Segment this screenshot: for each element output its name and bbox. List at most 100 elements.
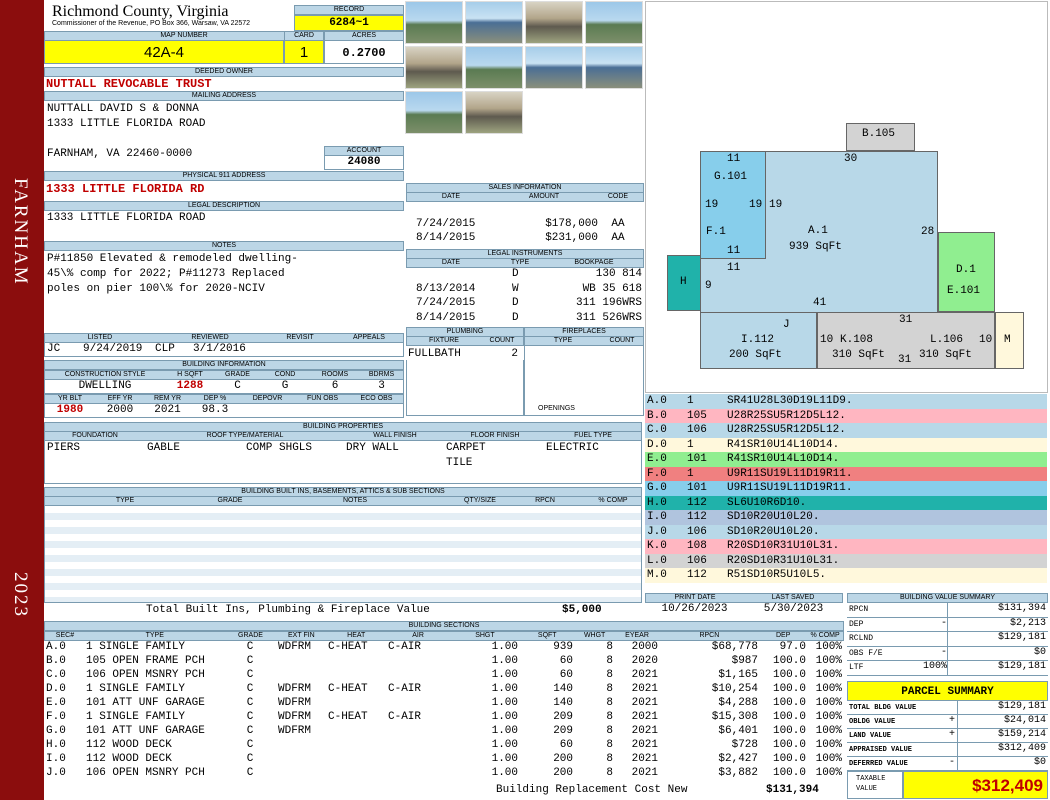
li-bookpage: WB 35 618 (582, 282, 642, 295)
note-line: P#11850 Elevated & remodeled dwelling- (47, 253, 298, 265)
value-summary-value: $2,213 (947, 617, 1046, 631)
segment-desc: U9R11SU19L11D19R11. (727, 482, 853, 494)
parcel-summary-label: APPRAISED VALUE (849, 746, 913, 754)
section-header: EXT FIN (288, 632, 315, 639)
section-cell: 100% (815, 669, 842, 681)
section-cell: C.0 (46, 669, 66, 681)
segment-id: E.0 (647, 453, 667, 465)
section-cell: WDFRM (278, 641, 312, 653)
sketch-dim: 10 (979, 334, 993, 346)
section-cell: 2021 (631, 711, 658, 723)
section-cell: C-AIR (388, 711, 422, 723)
mailing-address: NUTTALL DAVID S & DONNA 1333 LITTLE FLOR… (47, 102, 205, 162)
value-summary-value: $0 (947, 646, 1046, 660)
property-photo[interactable] (465, 46, 523, 89)
legal-instruments-headers: DATE TYPE BOOKPAGE (406, 258, 644, 268)
section-cell: 8 (606, 641, 613, 653)
section-cell: C (246, 739, 254, 751)
section-cell: 112 WOOD DECK (86, 739, 172, 751)
section-cell: 1.00 (491, 655, 518, 667)
section-cell: 8 (606, 711, 613, 723)
li-date: 8/14/2015 (416, 311, 476, 324)
section-row: G.0 101 ATT UNF GARAGE C WDFRM 1.00 209 8 2021 $… (44, 724, 844, 738)
property-photo[interactable] (585, 1, 643, 44)
section-cell (276, 738, 326, 752)
construction-style: DWELLING (78, 380, 132, 392)
section-cell (276, 654, 326, 668)
section-cell: 8 (606, 767, 613, 779)
segment-id: H.0 (647, 496, 667, 509)
builtin-header: NOTES (342, 497, 368, 504)
property-photo[interactable] (525, 46, 583, 89)
value-summary-label: DEP (849, 619, 864, 629)
segment-row: J.0 106 SD10R20U10L20. (645, 524, 1047, 539)
property-photo[interactable] (525, 1, 583, 44)
section-cell: 100.0 (772, 725, 806, 737)
note-line: poles on pier 100\% for 2020-NCIV (47, 283, 265, 295)
bi-header: CONSTRUCTION STYLE (64, 371, 146, 378)
property-photo[interactable] (465, 1, 523, 44)
section-cell: C-HEAT (328, 711, 368, 723)
value-summary-value: $129,181 (947, 632, 1046, 646)
sketch-label: A.1 (808, 225, 828, 237)
value-summary-table: RPCN $131,394 DEP - $2,213 RCLND $129,181 OBS F… (847, 603, 1048, 676)
section-cell (386, 724, 450, 738)
parcel-summary-value: $0 (957, 757, 1046, 770)
sketch-label: I.112 (741, 334, 775, 346)
sketch-dim: 9 (705, 280, 712, 292)
reviewed-by: CLP (155, 343, 175, 355)
value-summary-value: $129,181 (947, 661, 1046, 675)
section-cell: 8 (606, 739, 613, 751)
mailing-line (47, 132, 205, 147)
section-cell: 100% (815, 725, 842, 737)
section-row: H.0 112 WOOD DECK C 1.00 60 8 2021 $728 100.0 100… (44, 738, 844, 752)
section-cell: 140 (553, 683, 573, 695)
parcel-summary-op: + (948, 715, 955, 726)
listed-header: REVISIT (286, 334, 314, 341)
section-cell: G.0 (46, 725, 66, 737)
section-cell (386, 738, 450, 752)
legal-description-label: LEGAL DESCRIPTION (44, 201, 404, 211)
section-cell: 100% (815, 697, 842, 709)
record-label: RECORD (294, 5, 404, 15)
section-cell: 2021 (631, 753, 658, 765)
property-photo[interactable] (405, 46, 463, 89)
section-cell: C (246, 655, 254, 667)
section-cell: 100% (815, 753, 842, 765)
property-photo[interactable] (465, 91, 523, 134)
sales-code: AA (611, 232, 625, 244)
sales-row: 8/14/2015 $231,000 AA (406, 232, 644, 246)
section-cell (386, 766, 450, 780)
print-values: 10/26/2023 5/30/2023 (645, 603, 843, 615)
section-cell: J.0 (46, 767, 66, 779)
segment-code: 112 (687, 569, 707, 581)
taxable-value: $312,409 (903, 771, 1048, 799)
property-photo[interactable] (405, 91, 463, 134)
section-cell: 60 (559, 655, 573, 667)
prop-header: WALL FINISH (373, 432, 417, 439)
property-photo[interactable] (585, 46, 643, 89)
section-cell: $10,254 (711, 683, 758, 695)
section-cell: C-HEAT (328, 641, 368, 653)
sketch-dim: 28 (921, 226, 935, 238)
segment-row: H.0 112 SL6U10R6D10. (645, 495, 1047, 510)
section-row: D.0 1 SINGLE FAMILY C WDFRM C-HEAT C-AIR 1.00 1… (44, 682, 844, 696)
section-cell (326, 724, 386, 738)
section-cell (276, 766, 326, 780)
section-cell: 97.0 (779, 641, 806, 653)
plumbing-headers: FIXTURE COUNT (406, 336, 524, 346)
segment-desc: R20SD10R31U10L31. (727, 554, 840, 567)
bi-header: REM YR (153, 395, 182, 402)
li-row: 8/14/2015 D 311 526WRS (406, 312, 644, 327)
section-row: B.0 105 OPEN FRAME PCH C 1.00 60 8 2020 $987 100… (44, 654, 844, 668)
builtin-header: GRADE (217, 497, 243, 504)
section-cell: C (246, 767, 254, 779)
property-photo[interactable] (405, 1, 463, 44)
segment-desc: R41SR10U14L10D14. (727, 438, 840, 451)
section-cell: C (246, 725, 254, 737)
sketch-dim: 19 (749, 199, 763, 211)
section-cell: 2021 (631, 767, 658, 779)
section-cell: 2000 (631, 641, 658, 653)
value-summary-row: DEP - $2,213 (847, 617, 1048, 632)
sketch-label: J (783, 319, 790, 331)
